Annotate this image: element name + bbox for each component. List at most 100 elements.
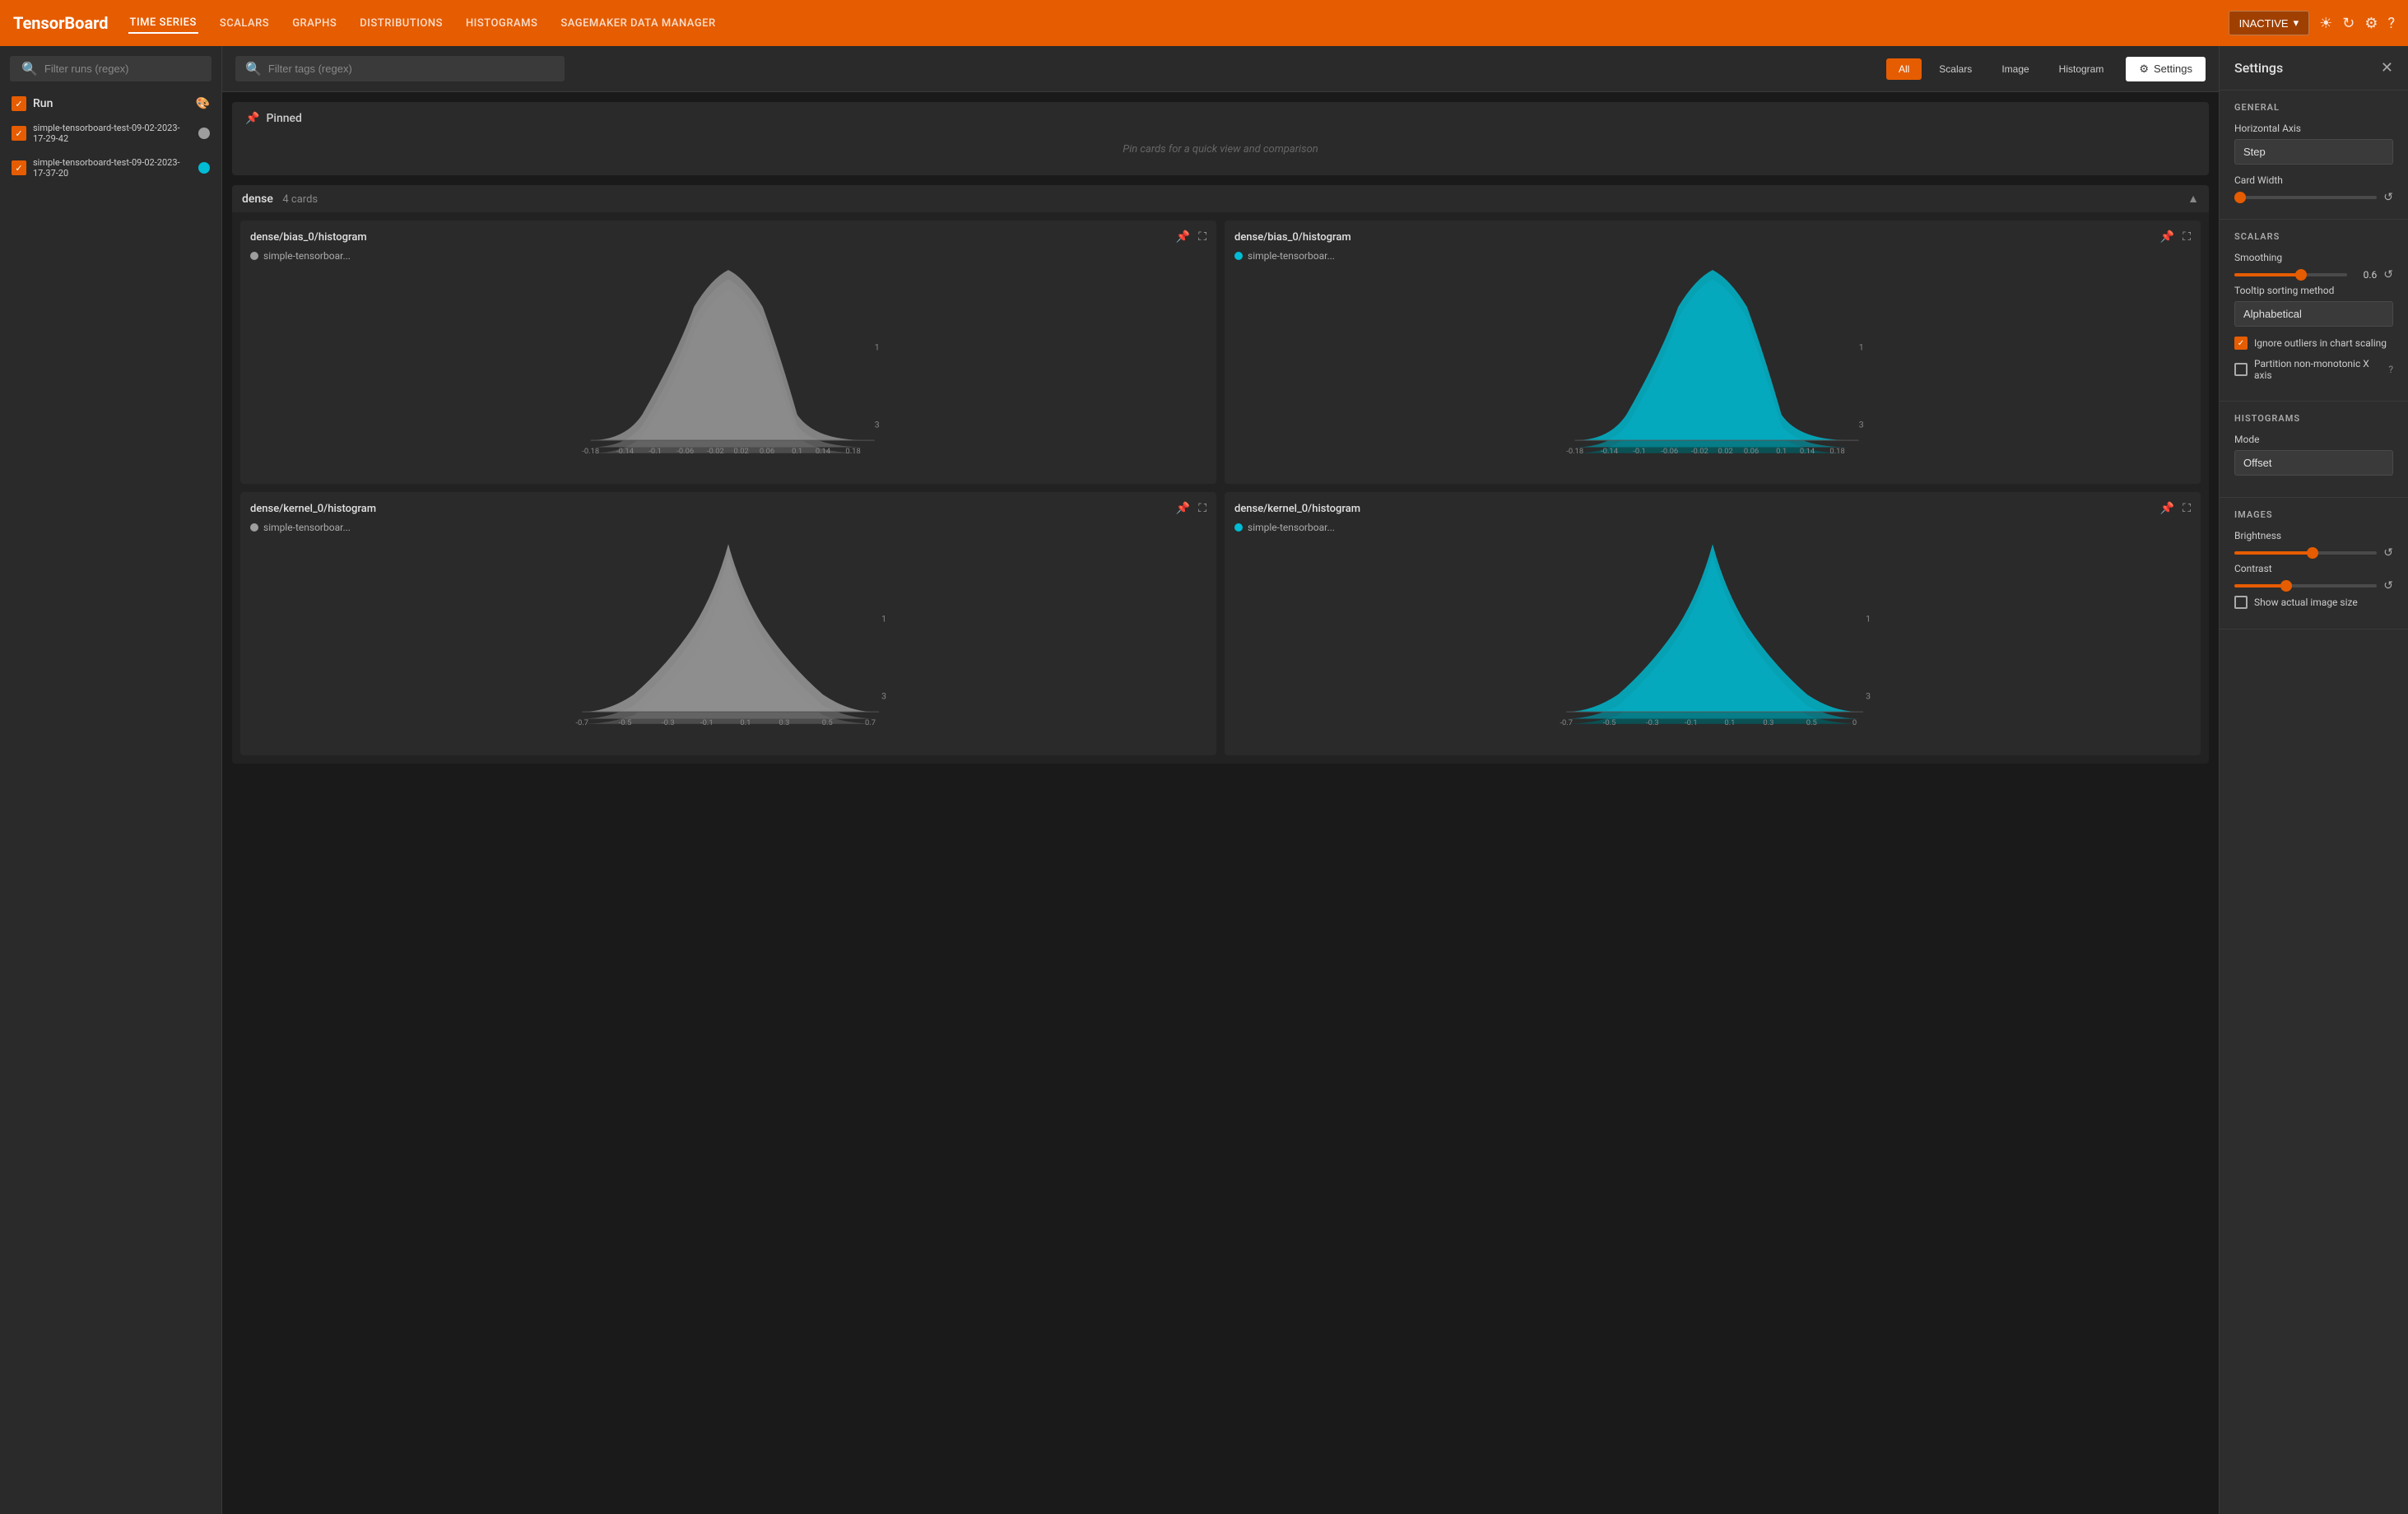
- svg-text:0: 0: [1852, 718, 1857, 727]
- svg-text:1: 1: [881, 613, 886, 624]
- run-all-checkbox[interactable]: ✓: [12, 96, 26, 111]
- horizontal-axis-select[interactable]: Step Relative Wall: [2234, 139, 2393, 165]
- svg-text:-0.7: -0.7: [575, 718, 588, 727]
- card-0: dense/bias_0/histogram 📌 ⛶ simple-tensor…: [240, 221, 1216, 484]
- svg-text:0.14: 0.14: [1800, 447, 1815, 456]
- card-width-reset[interactable]: ↺: [2383, 191, 2393, 204]
- card-1-dot: [1234, 252, 1243, 260]
- sidebar: 🔍 ✓ Run 🎨 ✓ simple-tensorboard-test-09-0…: [0, 46, 222, 1514]
- svg-text:3: 3: [1859, 419, 1864, 430]
- card-1-run-label: simple-tensorboar...: [1248, 250, 1335, 262]
- brightness-reset[interactable]: ↺: [2383, 546, 2393, 560]
- card-3-pin-icon[interactable]: 📌: [2160, 502, 2174, 515]
- settings-gear-icon: ⚙: [2139, 63, 2149, 76]
- card-3-svg: 1 3 -0.7 -0.5 -0.3 -0.1 0.1 0.3 0.5 0: [1234, 540, 2191, 729]
- svg-text:-0.3: -0.3: [662, 718, 675, 727]
- svg-text:0.1: 0.1: [740, 718, 751, 727]
- nav-scalars[interactable]: SCALARS: [218, 14, 271, 33]
- theme-icon[interactable]: ☀: [2319, 15, 2332, 32]
- sidebar-run-1[interactable]: ✓ simple-tensorboard-test-09-02-2023-17-…: [0, 116, 221, 151]
- svg-text:0.1: 0.1: [792, 447, 802, 456]
- card-0-chart: 1 3 -0.18 -0.14 -0.1 -0.06 -0.02 0.02: [250, 268, 1206, 457]
- settings-header: Settings ✕: [2220, 46, 2408, 91]
- smoothing-slider[interactable]: [2234, 273, 2347, 276]
- nav-distributions[interactable]: DISTRIBUTIONS: [358, 14, 444, 33]
- palette-icon[interactable]: 🎨: [196, 97, 210, 110]
- contrast-row: ↺: [2234, 579, 2393, 592]
- contrast-reset[interactable]: ↺: [2383, 579, 2393, 592]
- sidebar-run-2[interactable]: ✓ simple-tensorboard-test-09-02-2023-17-…: [0, 151, 221, 185]
- card-width-slider[interactable]: [2234, 196, 2377, 199]
- smoothing-label: Smoothing: [2234, 252, 2393, 263]
- show-actual-size-checkbox[interactable]: [2234, 596, 2248, 609]
- card-3-dot: [1234, 523, 1243, 532]
- status-button[interactable]: INACTIVE ▾: [2229, 11, 2310, 35]
- sidebar-search-container: 🔍: [10, 56, 212, 81]
- card-0-expand-icon[interactable]: ⛶: [1198, 230, 1206, 244]
- smoothing-reset[interactable]: ↺: [2383, 268, 2393, 281]
- contrast-label: Contrast: [2234, 563, 2393, 574]
- card-2-pin-icon[interactable]: 📌: [1176, 502, 1190, 515]
- svg-text:0.7: 0.7: [865, 718, 876, 727]
- mode-select[interactable]: Offset Overlay: [2234, 450, 2393, 476]
- card-3-expand-icon[interactable]: ⛶: [2183, 502, 2191, 515]
- card-0-svg: 1 3 -0.18 -0.14 -0.1 -0.06 -0.02 0.02: [250, 268, 1206, 457]
- card-2-run: simple-tensorboar...: [250, 522, 1206, 533]
- card-2-expand-icon[interactable]: ⛶: [1198, 502, 1206, 515]
- ignore-outliers-row[interactable]: Ignore outliers in chart scaling: [2234, 337, 2393, 350]
- refresh-icon[interactable]: ↻: [2342, 15, 2355, 32]
- tooltip-sort-select[interactable]: Alphabetical Default Descending Nearest: [2234, 301, 2393, 327]
- filter-all[interactable]: All: [1886, 58, 1922, 80]
- group-header[interactable]: dense 4 cards ▲: [232, 185, 2209, 212]
- ignore-outliers-label: Ignore outliers in chart scaling: [2254, 337, 2387, 349]
- run-1-checkbox[interactable]: ✓: [12, 126, 26, 141]
- card-2-header: dense/kernel_0/histogram 📌 ⛶: [250, 502, 1206, 515]
- filter-image[interactable]: Image: [1989, 58, 2041, 80]
- filter-histogram[interactable]: Histogram: [2047, 58, 2117, 80]
- tooltip-sort-label: Tooltip sorting method: [2234, 285, 2393, 296]
- svg-text:-0.5: -0.5: [1603, 718, 1616, 727]
- group-name-row: dense 4 cards: [242, 193, 318, 206]
- nav-graphs[interactable]: GRAPHS: [291, 14, 338, 33]
- svg-text:0.18: 0.18: [1829, 447, 1844, 456]
- filter-scalars[interactable]: Scalars: [1927, 58, 1984, 80]
- partition-x-help-icon[interactable]: ?: [2388, 364, 2393, 375]
- svg-text:0.3: 0.3: [779, 718, 789, 727]
- main-layout: 🔍 ✓ Run 🎨 ✓ simple-tensorboard-test-09-0…: [0, 46, 2408, 1514]
- svg-text:0.02: 0.02: [734, 447, 749, 456]
- card-1-pin-icon[interactable]: 📌: [2160, 230, 2174, 244]
- settings-icon[interactable]: ⚙: [2364, 15, 2378, 32]
- partition-x-row[interactable]: Partition non-monotonic X axis ?: [2234, 358, 2393, 381]
- cards-grid: dense/bias_0/histogram 📌 ⛶ simple-tensor…: [232, 212, 2209, 764]
- card-0-run: simple-tensorboar...: [250, 250, 1206, 262]
- show-actual-size-row[interactable]: Show actual image size: [2234, 596, 2393, 609]
- svg-text:-0.14: -0.14: [616, 447, 635, 456]
- card-1: dense/bias_0/histogram 📌 ⛶ simple-tensor…: [1225, 221, 2201, 484]
- card-1-header: dense/bias_0/histogram 📌 ⛶: [1234, 230, 2191, 244]
- sidebar-search-input[interactable]: [44, 63, 200, 75]
- nav-histograms[interactable]: HISTOGRAMS: [464, 14, 539, 33]
- group-dense: dense 4 cards ▲ dense/bias_0/histogram 📌…: [232, 185, 2209, 764]
- card-1-chart: 1 3 -0.18 -0.14 -0.1 -0.06 -0.02 0.02 0.…: [1234, 268, 2191, 457]
- nav-sagemaker[interactable]: SAGEMAKER DATA MANAGER: [559, 14, 717, 33]
- card-2-svg: 1 3 -0.7 -0.5 -0.3 -0.1 0.1 0.3 0.5 0.7: [250, 540, 1206, 729]
- toolbar: 🔍 All Scalars Image Histogram ⚙ Settings: [222, 46, 2219, 92]
- card-2: dense/kernel_0/histogram 📌 ⛶ simple-tens…: [240, 492, 1216, 755]
- contrast-slider[interactable]: [2234, 584, 2377, 587]
- partition-x-checkbox[interactable]: [2234, 363, 2248, 376]
- ignore-outliers-checkbox[interactable]: [2234, 337, 2248, 350]
- filter-buttons: All Scalars Image Histogram: [1886, 58, 2116, 80]
- card-1-expand-icon[interactable]: ⛶: [2183, 230, 2191, 244]
- nav-time-series[interactable]: TIME SERIES: [128, 13, 198, 34]
- collapse-icon[interactable]: ▲: [2187, 192, 2199, 206]
- help-icon[interactable]: ?: [2387, 15, 2395, 32]
- run-2-checkbox[interactable]: ✓: [12, 160, 26, 175]
- settings-button[interactable]: ⚙ Settings: [2126, 57, 2206, 81]
- brightness-slider[interactable]: [2234, 551, 2377, 555]
- pinned-empty-text: Pin cards for a quick view and compariso…: [245, 133, 2196, 165]
- tag-search-input[interactable]: [268, 63, 555, 75]
- run-1-dot: [198, 128, 210, 139]
- settings-close-button[interactable]: ✕: [2381, 59, 2393, 77]
- card-width-label: Card Width: [2234, 174, 2393, 186]
- card-0-pin-icon[interactable]: 📌: [1176, 230, 1190, 244]
